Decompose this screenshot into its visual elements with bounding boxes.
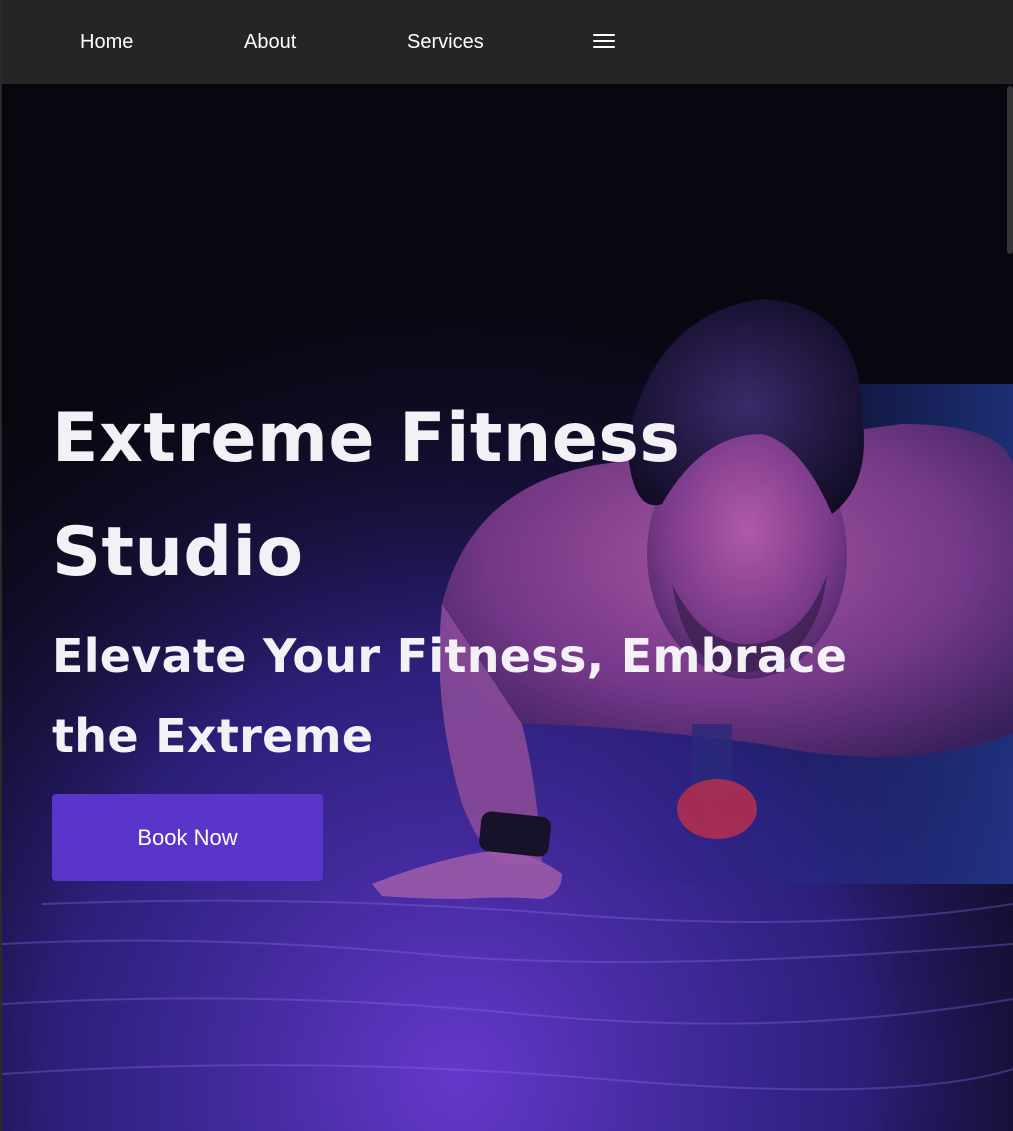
hamburger-menu-icon[interactable] (593, 34, 615, 50)
menu-bar (593, 46, 615, 48)
hero-subtitle: Elevate Your Fitness, Embrace the Extrem… (52, 629, 848, 763)
menu-bar (593, 40, 615, 42)
page: Home About Services Extreme Fitness Stud… (0, 0, 1013, 1131)
nav-link-about[interactable]: About (244, 30, 296, 54)
nav-link-services[interactable]: Services (407, 30, 484, 54)
nav-link-home[interactable]: Home (80, 30, 133, 54)
hero-title: Extreme Fitness Studio (52, 399, 681, 592)
book-now-button[interactable]: Book Now (52, 794, 323, 881)
hero-section: Extreme Fitness Studio Elevate Your Fitn… (2, 84, 1013, 1131)
menu-bar (593, 34, 615, 36)
top-navbar: Home About Services (2, 0, 1013, 84)
scrollbar-thumb[interactable] (1007, 86, 1013, 254)
